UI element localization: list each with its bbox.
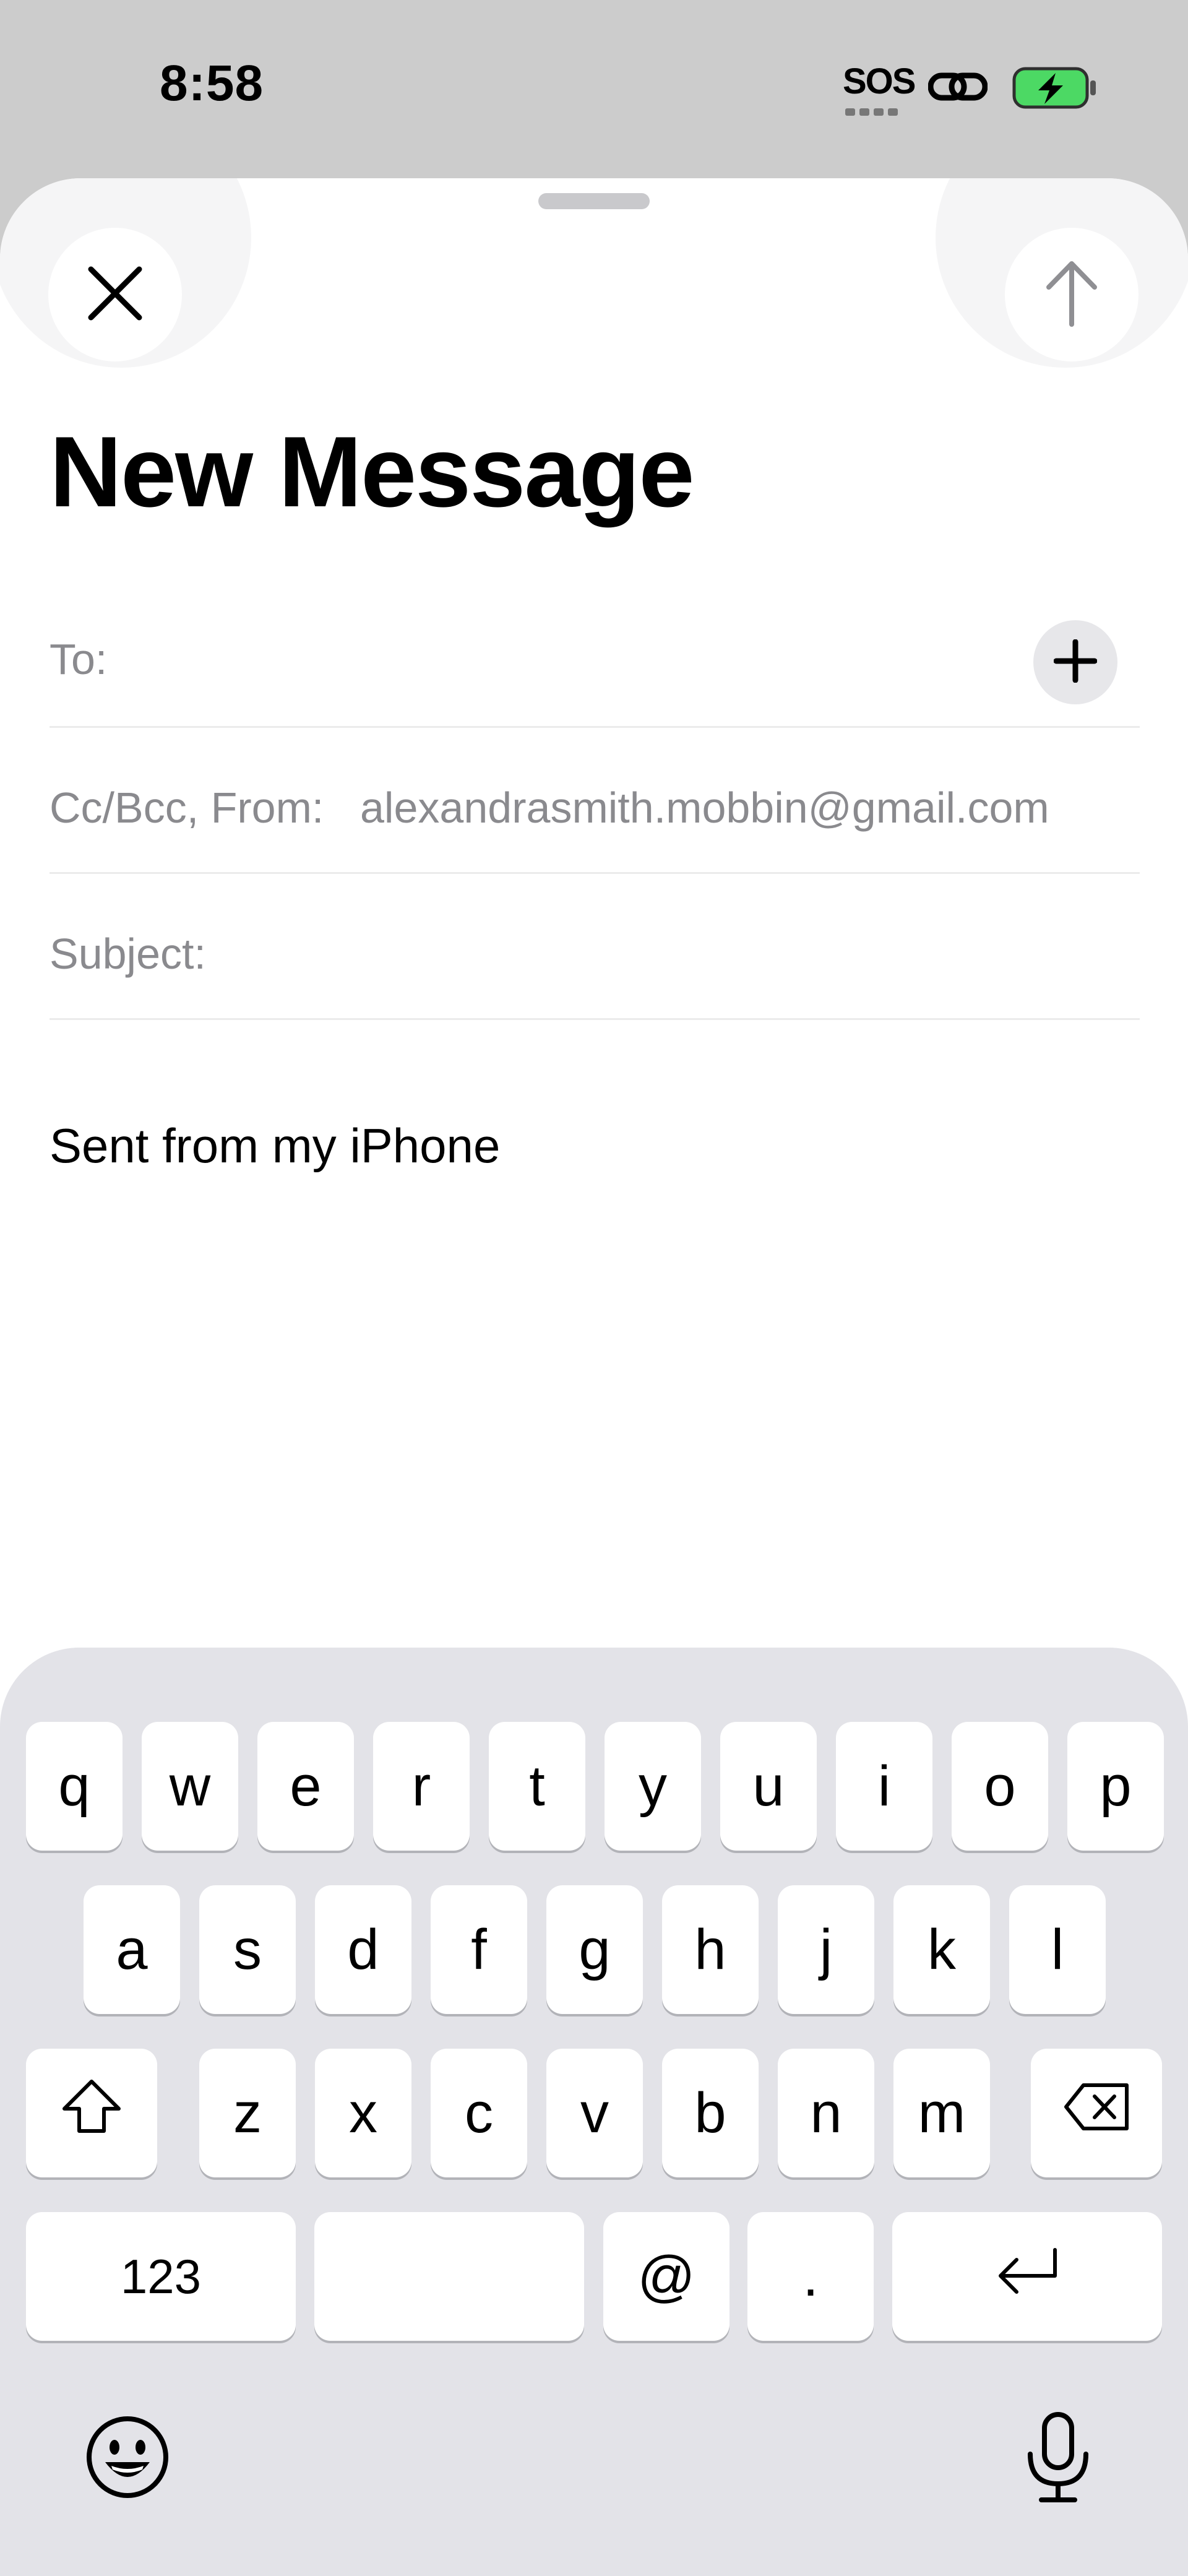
divider [50, 1018, 1140, 1020]
close-icon [87, 266, 143, 324]
message-body-signature[interactable]: Sent from my iPhone [50, 1118, 500, 1174]
key-u[interactable]: u [720, 1722, 817, 1851]
key-z[interactable]: z [199, 2049, 296, 2177]
battery-charging-icon [1012, 67, 1098, 109]
at-key[interactable]: @ [603, 2212, 730, 2341]
key-q[interactable]: q [26, 1722, 123, 1851]
link-icon [928, 67, 988, 106]
key-y[interactable]: y [605, 1722, 701, 1851]
numbers-key[interactable]: 123 [26, 2212, 296, 2341]
from-address: alexandrasmith.mobbin@gmail.com [360, 784, 1049, 832]
delete-key[interactable] [1031, 2049, 1162, 2177]
key-l[interactable]: l [1009, 1885, 1106, 2014]
key-r[interactable]: r [373, 1722, 470, 1851]
key-s[interactable]: s [199, 1885, 296, 2014]
return-icon [994, 2244, 1060, 2309]
key-v[interactable]: v [546, 2049, 643, 2177]
sos-indicator: SOS [843, 61, 916, 102]
close-button[interactable] [48, 228, 182, 361]
subject-label: Subject: [50, 930, 206, 978]
cc-bcc-from-label: Cc/Bcc, From: [50, 784, 324, 832]
key-d[interactable]: d [315, 1885, 411, 2014]
key-o[interactable]: o [952, 1722, 1048, 1851]
page-title: New Message [50, 416, 694, 528]
to-field[interactable]: To: [50, 582, 1140, 728]
keyboard: q w e r t y u i o p a s d f g h j k l z … [0, 1648, 1188, 2576]
emoji-icon[interactable] [84, 2414, 171, 2500]
key-g[interactable]: g [546, 1885, 643, 2014]
delete-icon [1062, 2081, 1130, 2146]
key-f[interactable]: f [431, 1885, 527, 2014]
key-h[interactable]: h [662, 1885, 759, 2014]
microphone-icon[interactable] [1021, 2409, 1095, 2505]
key-a[interactable]: a [84, 1885, 180, 2014]
plus-icon [1053, 639, 1098, 686]
key-k[interactable]: k [893, 1885, 990, 2014]
send-button[interactable] [1005, 228, 1138, 361]
key-c[interactable]: c [431, 2049, 527, 2177]
shift-icon [61, 2078, 123, 2148]
key-b[interactable]: b [662, 2049, 759, 2177]
key-i[interactable]: i [836, 1722, 932, 1851]
status-bar: 8:58 SOS [0, 0, 1188, 176]
key-j[interactable]: j [778, 1885, 874, 2014]
add-contact-button[interactable] [1033, 620, 1117, 704]
space-key[interactable] [314, 2212, 584, 2341]
key-n[interactable]: n [778, 2049, 874, 2177]
shift-key[interactable] [26, 2049, 157, 2177]
key-p[interactable]: p [1067, 1722, 1164, 1851]
cc-bcc-from-field[interactable]: Cc/Bcc, From: alexandrasmith.mobbin@gmai… [50, 728, 1140, 874]
signal-dots [845, 108, 907, 116]
sheet-grabber[interactable] [538, 193, 650, 209]
key-m[interactable]: m [893, 2049, 990, 2177]
period-key[interactable]: . [747, 2212, 874, 2341]
arrow-up-icon [1044, 260, 1100, 330]
return-key[interactable] [892, 2212, 1162, 2341]
key-e[interactable]: e [257, 1722, 354, 1851]
key-x[interactable]: x [315, 2049, 411, 2177]
status-time: 8:58 [160, 55, 264, 111]
key-w[interactable]: w [142, 1722, 238, 1851]
to-label: To: [50, 635, 108, 683]
subject-field[interactable]: Subject: [50, 874, 1140, 1020]
key-t[interactable]: t [489, 1722, 585, 1851]
